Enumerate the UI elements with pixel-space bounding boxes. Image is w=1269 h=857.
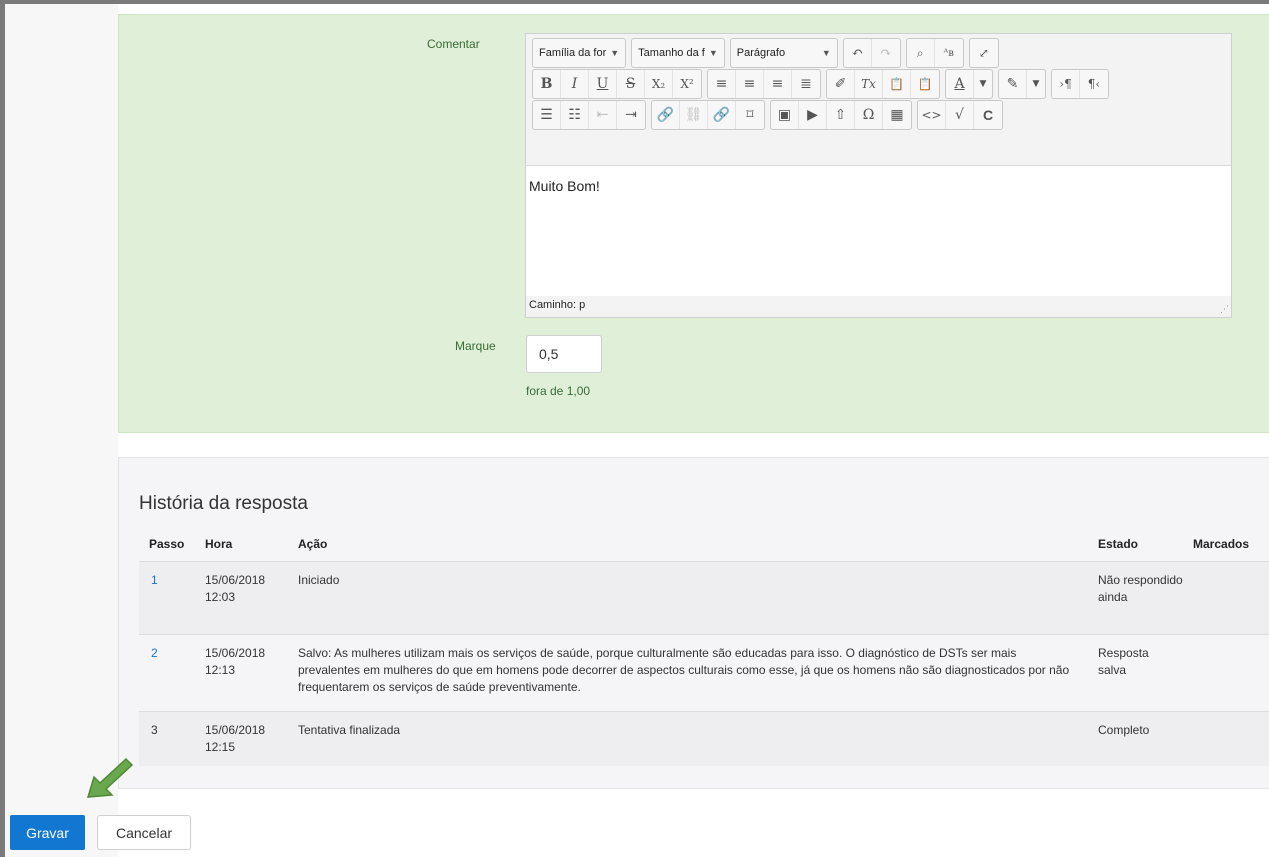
screenshot-frame bbox=[0, 0, 1269, 857]
